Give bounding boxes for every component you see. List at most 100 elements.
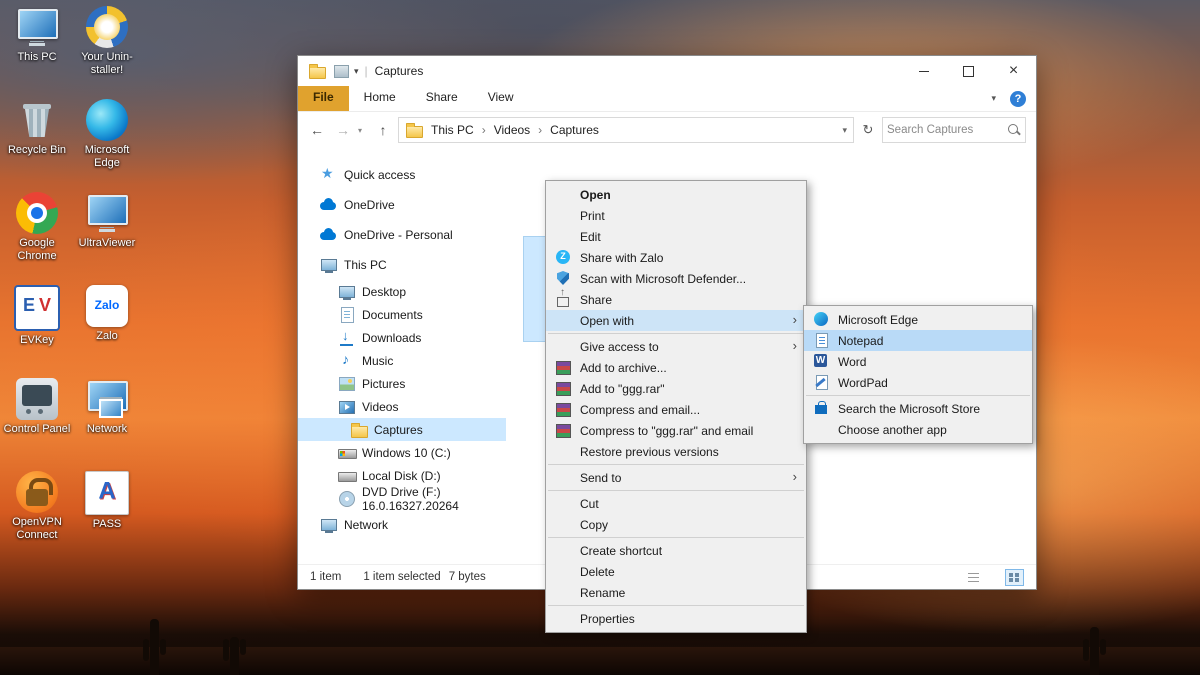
sidebar-item-music[interactable]: Music — [298, 349, 506, 372]
tab-share[interactable]: Share — [411, 86, 473, 111]
desktop-icon-pass[interactable]: PASS — [72, 471, 142, 564]
minimize-button[interactable] — [901, 57, 946, 86]
forward-button[interactable]: → — [332, 122, 354, 138]
evkey-icon — [14, 285, 60, 331]
address-bar[interactable]: This PC › Videos › Captures ▾ — [398, 117, 854, 143]
menu-item-delete[interactable]: Delete — [546, 561, 806, 582]
submenu-item-label: Notepad — [838, 334, 883, 348]
sidebar-item-captures[interactable]: Captures — [298, 418, 506, 441]
maximize-button[interactable] — [946, 57, 991, 86]
menu-item-label: Edit — [580, 230, 601, 244]
submenu-item-search-microsoft-store[interactable]: Search the Microsoft Store — [804, 398, 1032, 419]
menu-item-label: Cut — [580, 497, 599, 511]
desktop-icon-recycle-bin[interactable]: Recycle Bin — [2, 99, 72, 192]
menu-item-print[interactable]: Print — [546, 205, 806, 226]
desktop-icon-zalo[interactable]: Zalo — [72, 285, 142, 378]
menu-item-add-to-ggg-rar[interactable]: Add to "ggg.rar" — [546, 378, 806, 399]
tab-file[interactable]: File — [298, 86, 349, 111]
menu-item-share-with-zalo[interactable]: Share with Zalo — [546, 247, 806, 268]
title-bar[interactable]: ▾ | Captures × — [298, 56, 1036, 86]
close-button[interactable]: × — [991, 57, 1036, 86]
desert-silhouette — [0, 647, 1200, 675]
thumbnail-view-button[interactable] — [1005, 569, 1024, 586]
tab-home[interactable]: Home — [349, 86, 411, 111]
desktop-icon-google-chrome[interactable]: Google Chrome — [2, 192, 72, 285]
details-view-button[interactable] — [964, 569, 983, 586]
menu-item-open[interactable]: Open — [546, 184, 806, 205]
qat-dropdown-icon[interactable]: ▾ — [354, 66, 359, 77]
menu-item-give-access-to[interactable]: Give access to › — [546, 336, 806, 357]
breadcrumb-captures[interactable]: Captures — [548, 123, 601, 137]
sidebar-item-this-pc[interactable]: This PC — [298, 250, 506, 280]
sidebar-item-downloads[interactable]: Downloads — [298, 326, 506, 349]
menu-item-scan-with-defender[interactable]: Scan with Microsoft Defender... — [546, 268, 806, 289]
desktop-icon-this-pc[interactable]: This PC — [2, 6, 72, 99]
search-box[interactable] — [882, 117, 1026, 143]
breadcrumb-videos[interactable]: Videos — [492, 123, 532, 137]
up-button[interactable]: ↑ — [372, 122, 394, 138]
ribbon-collapse-icon[interactable]: ▾ — [991, 93, 996, 104]
sidebar-item-label: DVD Drive (F:) 16.0.16327.20264 — [362, 485, 506, 513]
desktop-icon-openvpn-connect[interactable]: OpenVPN Connect — [2, 471, 72, 564]
sidebar-item-label: OneDrive - Personal — [344, 228, 453, 242]
submenu-item-choose-another-app[interactable]: Choose another app — [804, 419, 1032, 440]
document-icon — [338, 307, 356, 323]
menu-item-label: Open with — [580, 314, 634, 328]
menu-item-cut[interactable]: Cut — [546, 493, 806, 514]
sidebar-item-network[interactable]: Network — [298, 510, 506, 540]
submenu-item-wordpad[interactable]: WordPad — [804, 372, 1032, 393]
menu-separator — [548, 537, 804, 538]
sidebar-item-windows-c-drive[interactable]: Windows 10 (C:) — [298, 441, 506, 464]
menu-item-add-to-archive[interactable]: Add to archive... — [546, 357, 806, 378]
menu-item-compress-and-email[interactable]: Compress and email... — [546, 399, 806, 420]
desktop-icon-microsoft-edge[interactable]: Microsoft Edge — [72, 99, 142, 192]
sidebar-item-onedrive[interactable]: OneDrive — [298, 190, 506, 220]
search-input[interactable] — [883, 124, 1007, 136]
system-drive-icon — [338, 445, 356, 461]
menu-separator — [548, 490, 804, 491]
share-icon — [555, 291, 571, 307]
sidebar-item-desktop[interactable]: Desktop — [298, 280, 506, 303]
back-button[interactable]: ← — [306, 122, 328, 138]
menu-item-share[interactable]: Share — [546, 289, 806, 310]
history-dropdown-icon[interactable]: ▾ — [358, 126, 368, 135]
desktop-icon-ultraviewer[interactable]: UltraViewer — [72, 192, 142, 285]
navigation-pane: Quick access OneDrive OneDrive - Persona… — [298, 148, 506, 564]
submenu-item-word[interactable]: Word — [804, 351, 1032, 372]
refresh-button[interactable]: ↻ — [858, 122, 878, 138]
submenu-item-microsoft-edge[interactable]: Microsoft Edge — [804, 309, 1032, 330]
sidebar-item-label: Videos — [362, 400, 398, 414]
chrome-icon — [16, 192, 58, 234]
sidebar-item-onedrive-personal[interactable]: OneDrive - Personal — [298, 220, 506, 250]
menu-item-open-with[interactable]: Open with › — [546, 310, 806, 331]
menu-item-edit[interactable]: Edit — [546, 226, 806, 247]
menu-item-copy[interactable]: Copy — [546, 514, 806, 535]
menu-item-properties[interactable]: Properties — [546, 608, 806, 629]
sidebar-item-quick-access[interactable]: Quick access — [298, 160, 506, 190]
music-note-icon — [338, 353, 356, 369]
desktop-icon-evkey[interactable]: EVKey — [2, 285, 72, 378]
menu-item-rename[interactable]: Rename — [546, 582, 806, 603]
sidebar-item-label: Network — [344, 518, 388, 532]
sidebar-item-documents[interactable]: Documents — [298, 303, 506, 326]
menu-item-send-to[interactable]: Send to › — [546, 467, 806, 488]
help-icon[interactable]: ? — [1010, 91, 1026, 107]
address-dropdown-icon[interactable]: ▾ — [842, 125, 847, 136]
desktop-icon-control-panel[interactable]: Control Panel — [2, 378, 72, 471]
menu-item-label: Share with Zalo — [580, 251, 663, 265]
pass-document-icon — [85, 471, 129, 515]
qat-icon[interactable] — [334, 65, 349, 78]
submenu-item-notepad[interactable]: Notepad — [804, 330, 1032, 351]
tab-view[interactable]: View — [473, 86, 529, 111]
ribbon-spacer — [529, 86, 992, 111]
menu-item-label: Delete — [580, 565, 615, 579]
desktop-icon-your-uninstaller[interactable]: Your Unin-staller! — [72, 6, 142, 99]
desktop-icon-network[interactable]: Network — [72, 378, 142, 471]
sidebar-item-pictures[interactable]: Pictures — [298, 372, 506, 395]
sidebar-item-dvd-drive-f[interactable]: DVD Drive (F:) 16.0.16327.20264 — [298, 487, 506, 510]
menu-item-restore-previous-versions[interactable]: Restore previous versions — [546, 441, 806, 462]
breadcrumb-this-pc[interactable]: This PC — [429, 123, 476, 137]
sidebar-item-videos[interactable]: Videos — [298, 395, 506, 418]
menu-item-compress-to-ggg-rar-and-email[interactable]: Compress to "ggg.rar" and email — [546, 420, 806, 441]
menu-item-create-shortcut[interactable]: Create shortcut — [546, 540, 806, 561]
